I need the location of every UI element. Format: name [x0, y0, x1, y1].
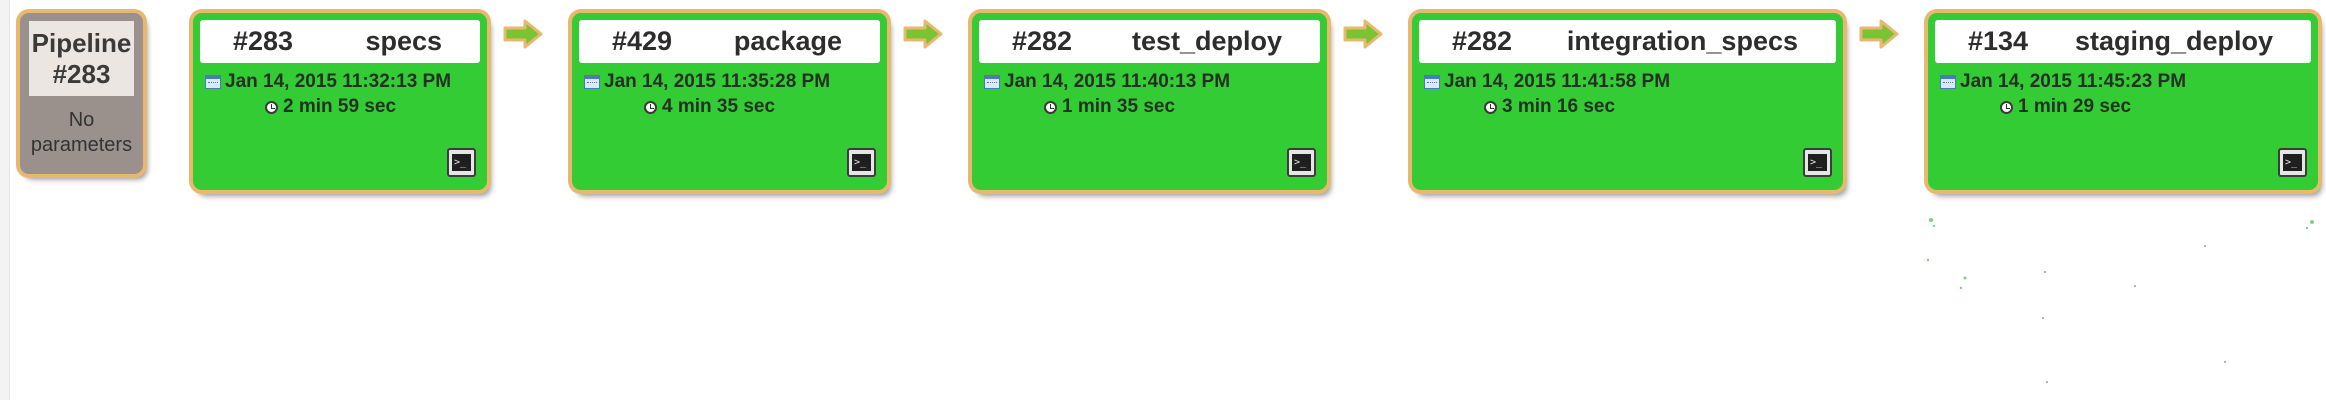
clock-icon [1484, 100, 1497, 114]
calendar-icon [205, 75, 221, 89]
console-icon: >_ [1292, 154, 1311, 171]
job-name-link[interactable]: integration_specs [1567, 26, 1798, 57]
console-icon: >_ [2283, 154, 2302, 171]
build-number-link[interactable]: #283 [233, 26, 293, 57]
clock-icon [2000, 100, 2013, 114]
build-number-link[interactable]: #282 [1012, 26, 1072, 57]
calendar-icon [1424, 75, 1440, 89]
console-button[interactable]: >_ [2278, 148, 2307, 177]
arrow-right-icon [903, 19, 943, 49]
duration: 2 min 59 sec [265, 96, 487, 118]
console-button[interactable]: >_ [847, 148, 876, 177]
arrow-right-icon [1859, 19, 1899, 49]
console-icon: >_ [1808, 154, 1827, 171]
clock-icon [265, 100, 278, 114]
job-name-link[interactable]: specs [365, 26, 442, 57]
job-name-link[interactable]: package [734, 26, 842, 57]
start-time: Jan 14, 2015 11:35:28 PM [584, 71, 887, 93]
stage-card-specs[interactable]: #283 specs Jan 14, 2015 11:32:13 PM 2 mi… [193, 13, 487, 190]
left-rail [0, 0, 10, 400]
build-number-link[interactable]: #429 [612, 26, 672, 57]
stage-header: #134 staging_deploy [1935, 20, 2311, 63]
start-time-text: Jan 14, 2015 11:45:23 PM [1960, 71, 2187, 92]
duration: 1 min 29 sec [2000, 96, 2318, 118]
start-time-text: Jan 14, 2015 11:32:13 PM [225, 71, 452, 92]
duration: 4 min 35 sec [644, 96, 887, 118]
start-time: Jan 14, 2015 11:41:58 PM [1424, 71, 1843, 93]
arrow-right-icon [1343, 19, 1383, 49]
stage-header: #429 package [579, 20, 880, 63]
stage-card-package[interactable]: #429 package Jan 14, 2015 11:35:28 PM 4 … [572, 13, 887, 190]
duration-text: 3 min 16 sec [1502, 96, 1616, 117]
clock-icon [644, 100, 657, 114]
duration-text: 2 min 59 sec [283, 96, 397, 117]
stage-card-staging-deploy[interactable]: #134 staging_deploy Jan 14, 2015 11:45:2… [1928, 13, 2318, 190]
pipeline-card: Pipeline #283 No parameters [20, 13, 143, 174]
console-button[interactable]: >_ [1803, 148, 1832, 177]
stage-header: #282 test_deploy [979, 20, 1320, 63]
start-time-text: Jan 14, 2015 11:35:28 PM [604, 71, 831, 92]
start-time: Jan 14, 2015 11:45:23 PM [1940, 71, 2318, 93]
start-time-text: Jan 14, 2015 11:40:13 PM [1004, 71, 1231, 92]
console-button[interactable]: >_ [447, 148, 476, 177]
duration: 1 min 35 sec [1044, 96, 1327, 118]
calendar-icon [584, 75, 600, 89]
console-icon: >_ [452, 154, 471, 171]
job-name-link[interactable]: staging_deploy [2075, 26, 2273, 57]
build-number-link[interactable]: #134 [1968, 26, 2028, 57]
pipeline-parameters: No parameters [30, 109, 133, 156]
stage-card-test-deploy[interactable]: #282 test_deploy Jan 14, 2015 11:40:13 P… [972, 13, 1327, 190]
console-icon: >_ [852, 154, 871, 171]
start-time: Jan 14, 2015 11:40:13 PM [984, 71, 1327, 93]
pipeline-title: Pipeline #283 [29, 21, 134, 96]
job-name-link[interactable]: test_deploy [1132, 26, 1282, 57]
duration: 3 min 16 sec [1484, 96, 1843, 118]
render-artifacts [1925, 212, 2325, 402]
stage-header: #282 integration_specs [1419, 20, 1836, 63]
calendar-icon [1940, 75, 1956, 89]
start-time-text: Jan 14, 2015 11:41:58 PM [1444, 71, 1671, 92]
clock-icon [1044, 100, 1057, 114]
duration-text: 4 min 35 sec [662, 96, 776, 117]
calendar-icon [984, 75, 1000, 89]
arrow-right-icon [503, 19, 543, 49]
start-time: Jan 14, 2015 11:32:13 PM [205, 71, 487, 93]
stage-card-integration-specs[interactable]: #282 integration_specs Jan 14, 2015 11:4… [1412, 13, 1843, 190]
stage-header: #283 specs [200, 20, 480, 63]
console-button[interactable]: >_ [1287, 148, 1316, 177]
duration-text: 1 min 35 sec [1062, 96, 1176, 117]
duration-text: 1 min 29 sec [2018, 96, 2132, 117]
build-number-link[interactable]: #282 [1452, 26, 1512, 57]
